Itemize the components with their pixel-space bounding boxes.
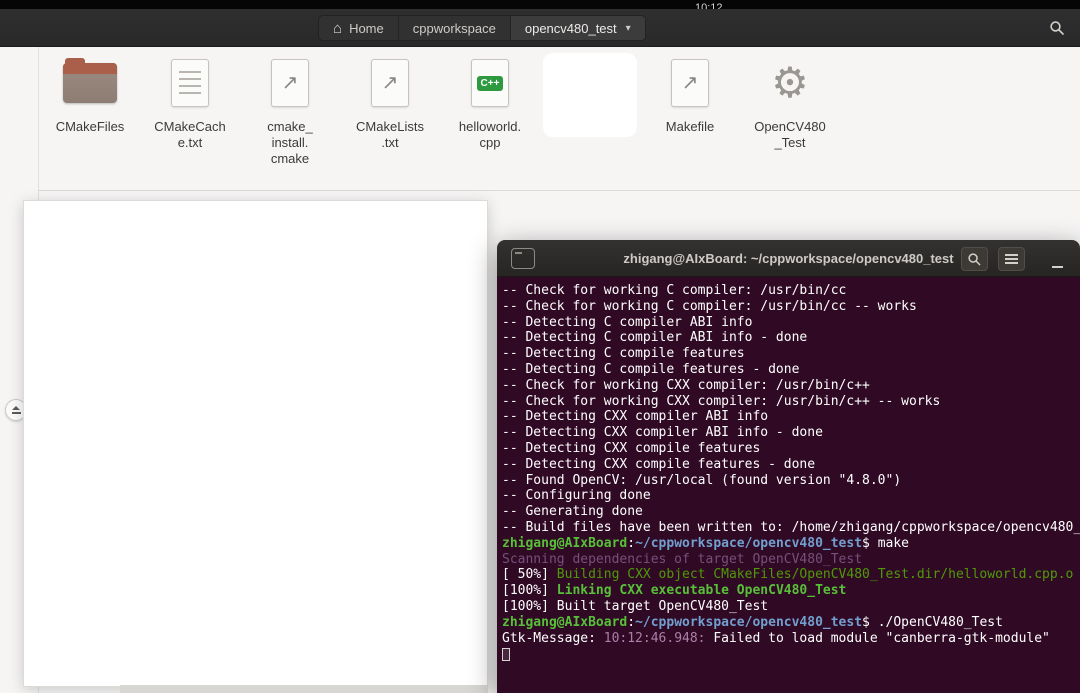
window-bottom-strip <box>120 685 488 693</box>
breadcrumb-segment-label: cppworkspace <box>413 21 496 36</box>
breadcrumb-segment-label: opencv480_test <box>525 21 617 36</box>
breadcrumb-current-folder[interactable]: opencv480_test ▾ <box>511 16 645 40</box>
terminal-line: -- Detecting CXX compile features - done <box>502 457 1080 473</box>
file-item-cmakecach-e-txt[interactable]: CMakeCach e.txt <box>140 57 240 167</box>
file-label: CMakeCach e.txt <box>154 119 226 151</box>
file-label: helloworld. cpp <box>459 119 521 151</box>
terminal-headerbar[interactable]: zhigang@AIxBoard: ~/cppworkspace/opencv4… <box>497 240 1080 277</box>
terminal-line <box>502 646 1080 662</box>
breadcrumb-home[interactable]: ⌂ Home <box>319 16 399 40</box>
terminal-line: Gtk-Message: 10:12:46.948: Failed to loa… <box>502 631 1080 647</box>
text-file-icon <box>171 57 209 109</box>
terminal-line: -- Check for working CXX compiler: /usr/… <box>502 394 1080 410</box>
new-terminal-icon[interactable] <box>511 248 535 269</box>
file-item-cmakefiles[interactable]: CMakeFiles <box>40 57 140 167</box>
terminal-line: [ 50%] Building CXX object CMakeFiles/Op… <box>502 567 1080 583</box>
eject-icon <box>12 406 20 410</box>
search-icon <box>1049 20 1065 36</box>
file-item-cmakelists-txt[interactable]: ↗ CMakeLists .txt <box>340 57 440 167</box>
terminal-line: -- Configuring done <box>502 488 1080 504</box>
terminal-line: -- Detecting C compile features <box>502 346 1080 362</box>
terminal-search-button[interactable] <box>961 247 988 271</box>
terminal-cursor <box>502 648 510 661</box>
terminal-title: zhigang@AIxBoard: ~/cppworkspace/opencv4… <box>623 251 953 266</box>
file-item-blank[interactable] <box>540 57 640 167</box>
terminal-line: -- Found OpenCV: /usr/local (found versi… <box>502 473 1080 489</box>
terminal-output[interactable]: -- Check for working C compiler: /usr/bi… <box>497 277 1080 693</box>
file-label: CMakeLists .txt <box>356 119 424 151</box>
terminal-line: -- Detecting C compile features - done <box>502 362 1080 378</box>
file-label: Makefile <box>666 119 714 135</box>
executable-file-icon: ⚙ <box>771 57 809 109</box>
file-item-cmake-install-cmake[interactable]: ↗ cmake_ install. cmake <box>240 57 340 167</box>
system-top-bar: 10:12 <box>0 0 1080 9</box>
terminal-menu-button[interactable] <box>998 247 1025 271</box>
search-icon <box>967 252 982 267</box>
terminal-line: -- Check for working C compiler: /usr/bi… <box>502 299 1080 315</box>
terminal-line: -- Detecting C compiler ABI info <box>502 315 1080 331</box>
terminal-line: -- Check for working C compiler: /usr/bi… <box>502 283 1080 299</box>
content-divider <box>38 190 1080 191</box>
breadcrumb-home-label: Home <box>349 21 384 36</box>
folder-file-icon <box>63 57 117 109</box>
hamburger-icon <box>1005 258 1018 260</box>
terminal-window: zhigang@AIxBoard: ~/cppworkspace/opencv4… <box>497 240 1080 693</box>
files-search-button[interactable] <box>1044 16 1070 40</box>
terminal-line: -- Detecting CXX compiler ABI info - don… <box>502 425 1080 441</box>
minimize-button[interactable] <box>1050 252 1064 268</box>
file-grid: CMakeFiles CMakeCach e.txt ↗ cmake_ install… <box>40 57 840 167</box>
script-file-icon: ↗ <box>271 57 309 109</box>
breadcrumb-cppworkspace[interactable]: cppworkspace <box>399 16 511 40</box>
desktop: 10:12 ⌂ Home cppworkspace opencv480_test… <box>0 0 1080 693</box>
terminal-line: zhigang@AIxBoard:~/cppworkspace/opencv48… <box>502 536 1080 552</box>
terminal-line: -- Detecting CXX compile features <box>502 441 1080 457</box>
home-icon: ⌂ <box>333 21 342 36</box>
blank-thumbnail[interactable] <box>543 53 637 137</box>
chevron-down-icon: ▾ <box>626 23 631 34</box>
script-file-icon: ↗ <box>671 57 709 109</box>
cpp-file-icon: C++ <box>471 57 509 109</box>
file-item-helloworld-cpp[interactable]: C++ helloworld. cpp <box>440 57 540 167</box>
file-manager-headerbar: ⌂ Home cppworkspace opencv480_test ▾ <box>0 9 1080 47</box>
file-label: cmake_ install. cmake <box>267 119 313 167</box>
breadcrumb: ⌂ Home cppworkspace opencv480_test ▾ <box>318 15 646 41</box>
file-label: OpenCV480 _Test <box>754 119 826 151</box>
terminal-line: [100%] Linking CXX executable OpenCV480_… <box>502 583 1080 599</box>
terminal-line: -- Detecting CXX compiler ABI info <box>502 409 1080 425</box>
script-file-icon: ↗ <box>371 57 409 109</box>
file-item-makefile[interactable]: ↗ Makefile <box>640 57 740 167</box>
terminal-line: Scanning dependencies of target OpenCV48… <box>502 552 1080 568</box>
terminal-line: -- Check for working CXX compiler: /usr/… <box>502 378 1080 394</box>
file-item-opencv480-test[interactable]: ⚙ OpenCV480 _Test <box>740 57 840 167</box>
terminal-line: [100%] Built target OpenCV480_Test <box>502 599 1080 615</box>
terminal-line: zhigang@AIxBoard:~/cppworkspace/opencv48… <box>502 615 1080 631</box>
clock: 10:12 <box>695 2 723 9</box>
terminal-line: -- Generating done <box>502 504 1080 520</box>
terminal-line: -- Build files have been written to: /ho… <box>502 520 1080 536</box>
file-label: CMakeFiles <box>56 119 125 135</box>
terminal-line: -- Detecting C compiler ABI info - done <box>502 330 1080 346</box>
blank-image-window <box>23 200 488 687</box>
